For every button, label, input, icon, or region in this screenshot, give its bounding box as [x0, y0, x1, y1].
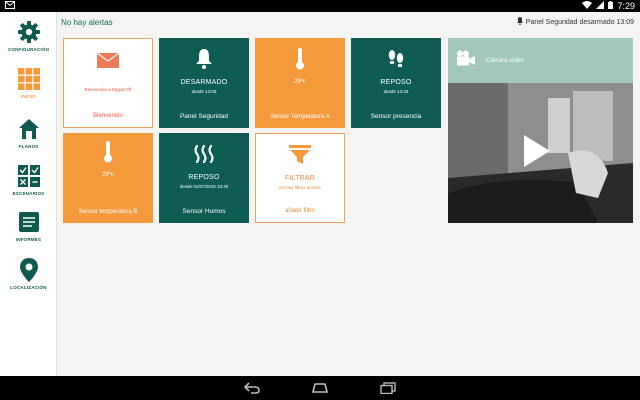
bell-icon — [196, 48, 212, 70]
filter-status: No hay filtros activos — [279, 185, 321, 190]
sidebar-item-label: INFORMES — [15, 237, 42, 242]
video-camera-icon — [456, 50, 476, 71]
camera-feed — [448, 83, 633, 223]
sidebar-item-label: ESCENARIOS — [12, 191, 45, 196]
camera-label: Cámara vídeo — [486, 57, 524, 64]
battery-icon — [608, 1, 614, 11]
presence-state: REPOSO — [380, 79, 412, 86]
bell-icon — [516, 17, 523, 27]
signal-icon — [596, 1, 605, 11]
smoke-label: Sensor Humos — [182, 208, 226, 215]
wifi-icon — [582, 1, 593, 11]
thermometer-icon — [103, 141, 113, 163]
security-panel-tile[interactable]: DESARMADO desde 13:08 Panel Seguridad — [159, 38, 249, 128]
sidebar-item-label: LOCALIZACIÓN — [10, 285, 47, 290]
map-pin-icon — [17, 258, 41, 282]
recent-apps-icon[interactable] — [377, 381, 399, 395]
sidebar-item-configuracion[interactable]: CONFIGURACIÓN — [0, 20, 57, 52]
camera-header: Cámara vídeo — [448, 38, 633, 83]
smoke-sensor-tile[interactable]: REPOSO desde 01/07/2015 13:49 Sensor Hum… — [159, 133, 249, 223]
panel-since: desde 13:08 — [191, 89, 217, 94]
footprints-icon — [387, 48, 405, 70]
clock: 7:29 — [617, 1, 635, 11]
smoke-icon — [193, 143, 215, 165]
navigation-bar — [0, 376, 640, 400]
temperature-a-label: Sensor Temperatura A — [270, 114, 330, 120]
presence-since: desde 13:29 — [383, 89, 409, 94]
sidebar-item-label: CONFIGURACIÓN — [7, 47, 50, 52]
sidebar: CONFIGURACIÓN INICIO PLANOS ESCENARIOS I… — [0, 12, 57, 376]
panel-status: Panel Seguridad desarmado 13:09 — [516, 17, 634, 27]
sidebar-item-planos[interactable]: PLANOS — [0, 117, 57, 149]
smoke-since: desde 01/07/2015 13:49 — [179, 184, 229, 189]
presence-label: Sensor presencia — [370, 113, 422, 120]
welcome-label: Bienvenido — [93, 113, 123, 119]
sidebar-item-inicio[interactable]: INICIO — [0, 67, 57, 99]
notification-icon — [5, 1, 15, 11]
gear-icon — [17, 20, 41, 44]
welcome-message: Bienvenido a Mygal Off — [84, 87, 132, 92]
filter-title: FILTRAR — [284, 175, 316, 182]
house-icon — [17, 117, 41, 141]
camera-widget[interactable]: Cámara vídeo — [448, 38, 633, 223]
panel-state: DESARMADO — [180, 79, 228, 86]
funnel-icon — [289, 144, 311, 166]
document-icon — [17, 210, 41, 234]
temperature-b-value: 29ºc — [102, 172, 114, 178]
panel-label: Panel Seguridad — [179, 113, 229, 120]
top-bar: No hay alertas Panel Seguridad desarmado… — [57, 12, 640, 32]
add-filter-link[interactable]: añadir filtro — [256, 208, 344, 214]
temperature-b-label: Sensor temperatura B — [78, 209, 138, 215]
back-icon[interactable] — [241, 381, 263, 395]
alert-status: No hay alertas — [61, 17, 113, 27]
sidebar-item-label: PLANOS — [18, 144, 39, 149]
sidebar-item-informes[interactable]: INFORMES — [0, 210, 57, 242]
status-bar: 7:29 — [0, 0, 640, 12]
temperature-b-tile[interactable]: 29ºc Sensor temperatura B — [63, 133, 153, 223]
temperature-a-value: 29ºc — [294, 79, 306, 85]
envelope-icon — [97, 49, 119, 71]
panel-status-text: Panel Seguridad desarmado 13:09 — [525, 18, 634, 26]
sidebar-item-escenarios[interactable]: ESCENARIOS — [0, 164, 57, 196]
filter-tile[interactable]: FILTRAR No hay filtros activos añadir fi… — [255, 133, 345, 223]
temperature-a-tile[interactable]: 29ºc Sensor Temperatura A — [255, 38, 345, 128]
presence-sensor-tile[interactable]: REPOSO desde 13:29 Sensor presencia — [351, 38, 441, 128]
thermometer-icon — [295, 48, 305, 70]
scenarios-icon — [17, 164, 41, 188]
home-icon[interactable] — [309, 381, 331, 395]
welcome-tile[interactable]: Bienvenido a Mygal Off Bienvenido — [63, 38, 153, 128]
sidebar-item-label: INICIO — [21, 94, 36, 99]
sidebar-item-localizacion[interactable]: LOCALIZACIÓN — [0, 258, 57, 290]
play-icon[interactable] — [524, 135, 550, 167]
smoke-state: REPOSO — [188, 174, 220, 181]
grid-icon — [17, 67, 41, 91]
